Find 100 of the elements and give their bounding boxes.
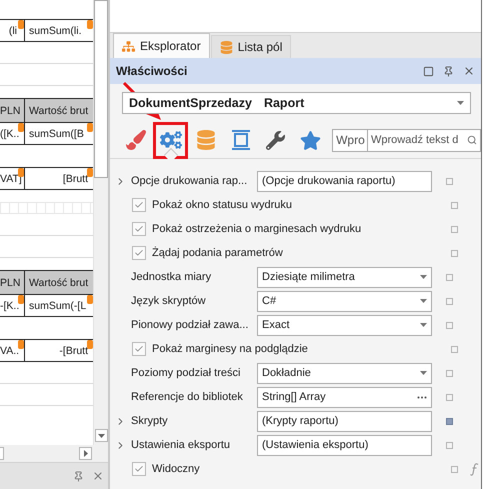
- table-cell: -[Brutt: [25, 339, 93, 362]
- object-selector[interactable]: DokumentSprzedazy Raport: [122, 92, 471, 114]
- property-label: Ustawienia eksportu: [131, 439, 232, 451]
- down-arrow-icon: [98, 434, 105, 438]
- scroll-down-button[interactable]: [95, 429, 108, 442]
- checkbox[interactable]: [132, 462, 146, 476]
- value-field[interactable]: (Krypty raportu): [257, 410, 432, 432]
- property-label: Skrypty: [131, 415, 169, 427]
- database-icon: [220, 40, 233, 54]
- reset-marker[interactable]: [451, 466, 458, 472]
- value-dropdown[interactable]: Dokładnie: [257, 362, 432, 384]
- scroll-right-button[interactable]: [79, 447, 92, 460]
- reset-marker[interactable]: [446, 178, 453, 184]
- field-icon: [18, 340, 24, 349]
- caret-icon: [420, 323, 427, 327]
- panel-title: Właściwości: [116, 64, 188, 78]
- property-label: Jednostka miary: [131, 271, 212, 283]
- caret-icon: [457, 101, 464, 105]
- field-icon: [18, 20, 24, 29]
- column-header: PLN: [0, 270, 25, 295]
- checkbox[interactable]: [132, 198, 146, 212]
- table-cell: VA..: [0, 339, 25, 362]
- frame-icon: [230, 129, 251, 151]
- table-cell: [Brutt: [25, 167, 93, 190]
- table-cell: sumSum(li.: [25, 19, 93, 42]
- close-icon[interactable]: [92, 470, 104, 482]
- caret-icon: [420, 371, 427, 375]
- property-label: Pionowy podział zawa...: [131, 319, 250, 331]
- property-label: Pokaż okno statusu wydruku: [152, 199, 294, 211]
- value-field[interactable]: String[] Array: [257, 386, 432, 408]
- column-header: Wartość brut: [25, 98, 93, 123]
- property-label: Poziomy podział treści: [131, 367, 242, 379]
- panel-tab[interactable]: Lista pól: [210, 35, 292, 58]
- reset-marker[interactable]: [451, 346, 458, 352]
- column-header: PLN: [0, 98, 25, 123]
- value-dropdown[interactable]: Exact: [257, 314, 432, 336]
- panel-tab[interactable]: Eksplorator: [113, 33, 210, 58]
- right-arrow-icon: [84, 450, 88, 457]
- reset-marker[interactable]: [446, 370, 453, 376]
- property-label: Pokaż marginesy na podglądzie: [152, 343, 309, 355]
- field-icon: [87, 295, 93, 304]
- caret-icon: [420, 299, 427, 303]
- value-dropdown[interactable]: Dziesiąte milimetra: [257, 266, 432, 288]
- search-field[interactable]: Wprowadź tekst d: [368, 128, 481, 152]
- check-icon: [134, 224, 144, 234]
- value-field[interactable]: (Ustawienia eksportu): [257, 434, 432, 456]
- check-icon: [134, 248, 144, 258]
- reset-marker[interactable]: [446, 322, 453, 328]
- caret-icon: [420, 275, 427, 279]
- checkbox[interactable]: [132, 342, 146, 356]
- value-dropdown[interactable]: C#: [257, 290, 432, 312]
- reset-marker[interactable]: [451, 250, 458, 256]
- database-icon: [196, 130, 216, 150]
- reset-marker[interactable]: [446, 394, 453, 400]
- field-icon: [18, 295, 24, 304]
- table-cell: -[K..: [0, 294, 25, 317]
- field-icon: [87, 168, 93, 177]
- reset-marker[interactable]: [446, 298, 453, 304]
- check-icon: [134, 344, 144, 354]
- reset-marker[interactable]: [446, 274, 453, 280]
- table-cell: (li: [0, 19, 25, 42]
- checkbox[interactable]: [132, 246, 146, 260]
- function-icon[interactable]: [470, 462, 479, 476]
- pin-icon[interactable]: [443, 66, 454, 76]
- ellipsis-icon[interactable]: [417, 396, 427, 398]
- horizontal-scrollbar[interactable]: [0, 445, 108, 462]
- field-icon: [87, 123, 93, 132]
- reset-marker[interactable]: [451, 226, 458, 232]
- property-label: Opcje drukowania rap...: [131, 175, 248, 187]
- filter-field[interactable]: Wpro: [332, 128, 368, 152]
- field-icon: [87, 340, 93, 349]
- property-label: Żądaj podania parametrów: [152, 247, 284, 259]
- table-cell: ([K..: [0, 122, 25, 145]
- property-label: Język skryptów: [131, 295, 207, 307]
- reset-marker[interactable]: [446, 418, 453, 424]
- pin-icon[interactable]: [73, 470, 84, 482]
- property-label: Widoczny: [152, 463, 201, 475]
- reset-marker[interactable]: [451, 202, 458, 208]
- property-label: Pokaż ostrzeżenia o marginesach wydruku: [152, 223, 362, 235]
- column-header: Wartość brut: [25, 270, 93, 295]
- sitemap-icon: [122, 40, 135, 52]
- checkbox[interactable]: [132, 222, 146, 236]
- table-cell: sumSum(-[L: [25, 294, 93, 317]
- reset-marker[interactable]: [446, 442, 453, 448]
- search-icon[interactable]: [466, 134, 477, 146]
- property-label: Referencje do bibliotek: [131, 391, 244, 403]
- value-field[interactable]: (Opcje drukowania raportu): [257, 170, 432, 192]
- table-cell: sumSum([B: [25, 122, 93, 145]
- check-icon: [134, 464, 144, 474]
- gears-icon: [160, 129, 182, 151]
- field-icon: [18, 123, 24, 132]
- close-icon[interactable]: [463, 65, 475, 77]
- vertical-scrollbar[interactable]: [93, 0, 108, 445]
- maximize-icon[interactable]: [423, 66, 434, 76]
- scroll-thumb[interactable]: [94, 0, 108, 178]
- brush-icon: [126, 130, 146, 150]
- wrench-icon: [266, 130, 286, 150]
- check-icon: [134, 200, 144, 210]
- field-icon: [87, 20, 93, 29]
- star-icon: [300, 130, 322, 150]
